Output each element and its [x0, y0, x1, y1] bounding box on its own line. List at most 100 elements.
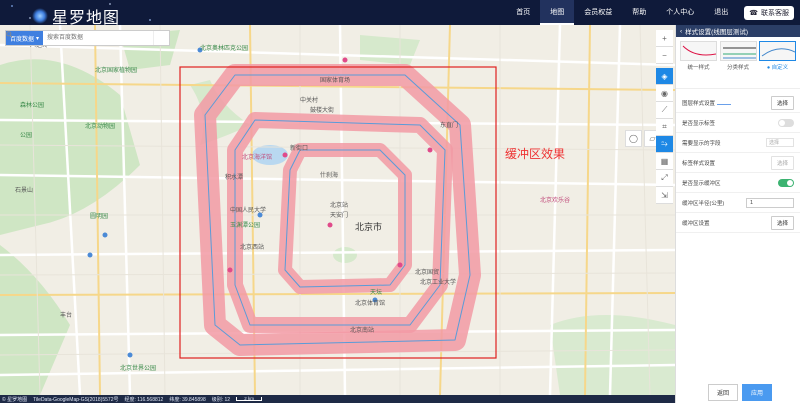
panel-footer: 返回 应用 — [676, 381, 800, 403]
fullscreen-icon[interactable]: ⤢ — [656, 170, 673, 187]
field-row: 需要显示的字段 选择 — [676, 133, 800, 153]
crop-icon[interactable]: ⌗ — [656, 119, 673, 136]
data-source-text: TileData-GoogleMap-GS(2018)5572号 — [33, 396, 119, 403]
map-label: 北京站 — [330, 203, 349, 209]
map-label: 圆明园 — [90, 214, 109, 220]
line-sample — [716, 103, 731, 105]
layer-style-button[interactable]: 选择 — [770, 95, 794, 110]
headset-icon: ☎ — [749, 9, 758, 17]
back-button[interactable]: 返回 — [707, 383, 738, 401]
layers-icon[interactable]: ◈ — [656, 68, 673, 85]
style-panel: ‹ 样式设置(线图层测试) 统一样式 分类样式 ● 自定义 图层样式设置 选择 … — [675, 25, 800, 403]
export-icon[interactable]: ⇲ — [656, 187, 673, 204]
logo-icon — [32, 8, 48, 24]
circle-select-icon[interactable]: ◯ — [625, 130, 642, 147]
map-toolbar: + − ◈ ◉ ⟋ ⌗ ⥲ ▦ ⤢ ⇲ — [656, 30, 673, 204]
apply-button[interactable]: 应用 — [741, 383, 772, 401]
map-label: 北京体育馆 — [355, 301, 386, 307]
map-label: 公园 — [20, 133, 33, 139]
nav-map[interactable]: 地图 — [540, 0, 575, 25]
map-label: 鼓楼大街 — [310, 108, 335, 114]
buffer-radius-label: 缓冲区半径(公里) — [682, 200, 725, 207]
longitude-readout: 经度: 116.568812 — [124, 396, 164, 403]
map-label: 北京海洋馆 — [242, 155, 273, 161]
tab-custom-style[interactable]: ● 自定义 — [759, 41, 796, 88]
map-search: 百度数据 ▾ — [5, 30, 170, 46]
minus-icon[interactable]: − — [656, 47, 673, 64]
category-style-thumb — [719, 41, 757, 61]
show-buffer-row: 是否显示缓冲区 — [676, 173, 800, 193]
map-label: 北京欢乐谷 — [540, 198, 571, 204]
map-label: 什刹海 — [320, 173, 339, 179]
field-label: 需要显示的字段 — [682, 140, 721, 147]
buffer-style-button[interactable]: 选择 — [770, 215, 794, 230]
map-label: 北京奥林匹克公园 — [200, 46, 249, 52]
chart-icon[interactable]: ▦ — [656, 153, 673, 170]
map-canvas[interactable]: 北京奥林匹克公园 北京国家植物园 北京动物园 中关村 森林公园 八达岭 公园 北… — [0, 25, 675, 395]
map-label: 北京西站 — [240, 245, 265, 251]
buffer-radius-input[interactable]: 1 — [746, 197, 794, 208]
ruler-icon[interactable]: ⟋ — [656, 102, 673, 119]
label-style-button[interactable]: 选择 — [770, 155, 794, 170]
nav-logout[interactable]: 退出 — [704, 0, 738, 25]
back-arrow-icon[interactable]: ‹ — [680, 28, 682, 35]
map-label: 丰台 — [60, 313, 73, 319]
nav-profile[interactable]: 个人中心 — [656, 0, 704, 25]
field-select[interactable]: 选择 — [766, 138, 794, 147]
chevron-down-icon: ▾ — [36, 35, 40, 42]
top-header: 星罗地图 首页 地图 会员权益 帮助 个人中心 退出 ☎ 联系客服 — [0, 0, 800, 27]
label-style-label: 标签样式设置 — [682, 160, 716, 167]
tab-category-style[interactable]: 分类样式 — [719, 41, 757, 88]
show-label-toggle[interactable] — [778, 118, 794, 127]
map-label: 积水潭 — [225, 175, 244, 181]
panel-header: ‹ 样式设置(线图层测试) — [676, 25, 800, 37]
map-label: 北京国贸 — [415, 270, 440, 276]
zoom-readout: 级别: 12 — [211, 396, 231, 403]
contact-button[interactable]: ☎ 联系客服 — [744, 5, 794, 20]
contact-label: 联系客服 — [761, 9, 789, 17]
map-label: 天安门 — [330, 213, 349, 219]
map-label: 北京动物园 — [85, 124, 116, 130]
map-label: 北京世界公园 — [120, 366, 157, 372]
plus-icon[interactable]: + — [656, 30, 673, 47]
show-label-label: 是否显示标签 — [682, 120, 716, 127]
top-nav: 首页 地图 会员权益 帮助 个人中心 退出 ☎ 联系客服 — [506, 0, 800, 25]
map-label: 石景山 — [15, 188, 34, 194]
map-label: 东直门 — [440, 123, 459, 129]
map-label: 国家体育场 — [320, 78, 351, 84]
latitude-readout: 纬度: 39.845898 — [169, 396, 206, 403]
map-label: 中国人民大学 — [230, 208, 267, 214]
map-label: 北京国家植物园 — [95, 68, 138, 74]
buffer-style-label: 缓冲区设置 — [682, 220, 710, 227]
map-label: 森林公园 — [20, 103, 45, 109]
custom-style-thumb — [759, 41, 796, 61]
style-tabs: 统一样式 分类样式 ● 自定义 — [676, 37, 800, 89]
map-label: 北京工业大学 — [420, 280, 457, 286]
search-input[interactable] — [43, 31, 153, 45]
city-label: 北京市 — [355, 222, 383, 232]
show-buffer-toggle[interactable] — [778, 178, 794, 187]
status-bar: © 星罗地图 TileData-GoogleMap-GS(2018)5572号 … — [0, 395, 675, 403]
copyright-text: © 星罗地图 — [2, 396, 28, 403]
buffer-icon[interactable]: ⥲ — [656, 136, 673, 153]
nav-membership[interactable]: 会员权益 — [574, 0, 622, 25]
nav-home[interactable]: 首页 — [506, 0, 540, 25]
eye-icon[interactable]: ◉ — [656, 85, 673, 102]
layer-style-row: 图层样式设置 选择 — [676, 93, 800, 113]
map-label: 中关村 — [300, 98, 319, 104]
label-style-row: 标签样式设置 选择 — [676, 153, 800, 173]
search-button[interactable] — [6, 31, 169, 45]
show-buffer-label: 是否显示缓冲区 — [682, 180, 721, 187]
map-label: 北京南站 — [350, 328, 375, 334]
check-icon: ● — [766, 65, 771, 71]
buffer-radius-row: 缓冲区半径(公里) 1 — [676, 193, 800, 213]
tab-uniform-style[interactable]: 统一样式 — [680, 41, 717, 88]
search-icon — [6, 31, 13, 38]
layer-style-label: 图层样式设置 — [682, 100, 716, 107]
map-label: 玉渊潭公园 — [230, 223, 261, 229]
buffer-annotation: 缓冲区效果 — [505, 147, 566, 161]
uniform-style-thumb — [680, 41, 717, 61]
buffer-style-row: 缓冲区设置 选择 — [676, 213, 800, 233]
scale-bar: 2 km — [236, 396, 263, 401]
nav-help[interactable]: 帮助 — [622, 0, 656, 25]
